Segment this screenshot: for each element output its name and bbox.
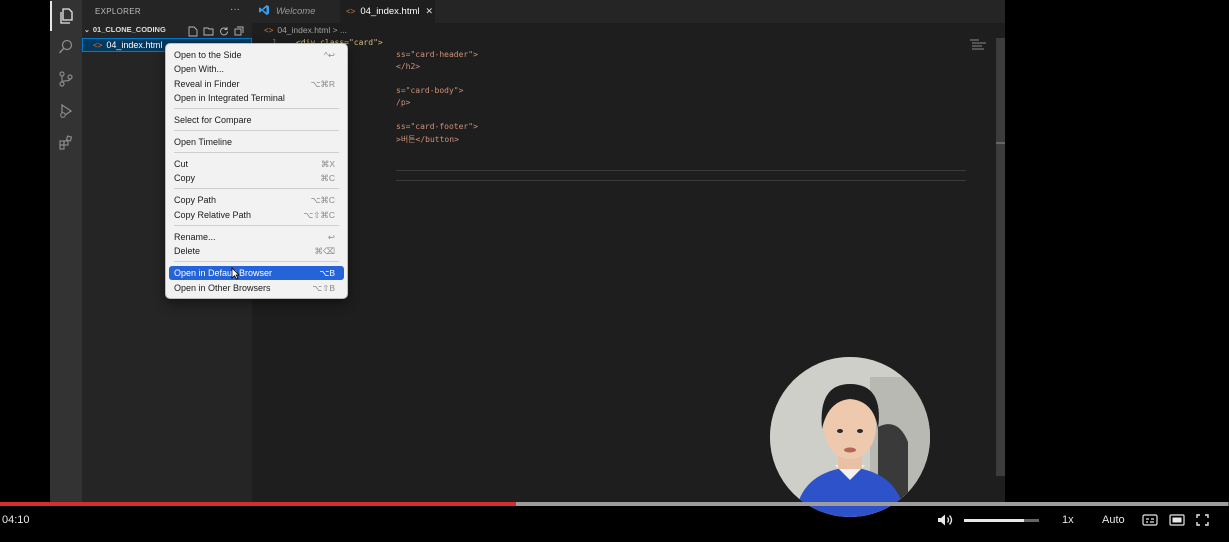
html-file-icon: <> xyxy=(93,40,103,50)
presenter-avatar xyxy=(770,357,930,517)
editor-divider xyxy=(396,170,966,171)
code-line: ss="card-header"> xyxy=(396,50,478,59)
menu-item-shortcut: ⌥⇧⌘C xyxy=(303,209,335,220)
menu-item-label: Delete xyxy=(174,246,201,256)
scrollbar-marker xyxy=(996,142,1005,144)
captions-icon[interactable] xyxy=(1142,510,1158,530)
menu-separator xyxy=(174,261,339,262)
menu-item-open-to-side[interactable]: Open to the Side ^↩ xyxy=(169,48,344,62)
tab-label: Welcome xyxy=(276,6,316,17)
editor-divider xyxy=(396,180,966,181)
current-time: 04:10 xyxy=(2,514,30,526)
menu-item-shortcut: ⌥B xyxy=(319,267,335,278)
html-file-icon: <> xyxy=(346,7,356,16)
quality-button[interactable]: Auto xyxy=(1102,510,1125,530)
menu-item-cut[interactable]: Cut ⌘X xyxy=(169,157,344,171)
menu-item-copy[interactable]: Copy ⌘C xyxy=(169,171,344,185)
menu-item-rename[interactable]: Rename... ↩ xyxy=(169,230,344,244)
html-file-icon: <> xyxy=(264,25,274,35)
menu-item-copy-relative-path[interactable]: Copy Relative Path ⌥⇧⌘C xyxy=(169,208,344,222)
code-line: /p> xyxy=(396,98,411,107)
search-icon[interactable] xyxy=(50,32,82,62)
menu-item-open-in-terminal[interactable]: Open in Integrated Terminal xyxy=(169,91,344,105)
menu-separator xyxy=(174,130,339,131)
progress-fill xyxy=(0,502,517,506)
menu-item-shortcut: ⌘X xyxy=(320,158,335,169)
code-line: ss="card-footer"> xyxy=(396,122,478,131)
menu-item-shortcut: ⌘⌫ xyxy=(314,245,335,256)
folder-row[interactable]: ⌄ 01_CLONE_CODING xyxy=(84,25,166,34)
menu-item-label: Reveal in Finder xyxy=(174,79,240,89)
explorer-more-icon[interactable]: ··· xyxy=(230,4,240,15)
chevron-down-icon: ⌄ xyxy=(84,26,90,34)
menu-item-label: Copy xyxy=(174,173,196,183)
menu-item-shortcut: ⌥⌘C xyxy=(310,194,335,205)
menu-item-label: Cut xyxy=(174,159,189,169)
menu-item-delete[interactable]: Delete ⌘⌫ xyxy=(169,244,344,258)
minimap[interactable] xyxy=(969,38,987,57)
menu-item-select-for-compare[interactable]: Select for Compare xyxy=(169,113,344,127)
menu-item-label: Open in Default Browser xyxy=(174,268,273,278)
menu-item-shortcut: ^↩ xyxy=(323,49,335,60)
tab-bar: Welcome <> 04_index.html ✕ ··· xyxy=(252,0,1005,23)
menu-item-label: Open Timeline xyxy=(174,137,233,147)
fullscreen-icon[interactable] xyxy=(1196,510,1209,530)
extensions-icon[interactable] xyxy=(50,128,82,158)
menu-item-label: Open With... xyxy=(174,64,225,74)
menu-item-label: Copy Relative Path xyxy=(174,210,252,220)
close-icon[interactable]: ✕ xyxy=(426,6,434,17)
menu-item-open-in-default-browser[interactable]: Open in Default Browser ⌥B xyxy=(169,266,344,280)
menu-item-label: Open to the Side xyxy=(174,50,242,60)
tab-welcome[interactable]: Welcome xyxy=(252,0,340,23)
volume-slider[interactable] xyxy=(964,510,1039,530)
volume-icon[interactable] xyxy=(937,510,953,530)
code-line: s="card-body"> xyxy=(396,86,464,95)
menu-item-label: Select for Compare xyxy=(174,115,252,125)
menu-item-open-in-other-browsers[interactable]: Open in Other Browsers ⌥⇧B xyxy=(169,281,344,295)
code-line: >버튼</button> xyxy=(396,135,459,144)
context-menu: Open to the Side ^↩ Open With... Reveal i… xyxy=(165,43,348,299)
playback-speed-button[interactable]: 1x xyxy=(1062,510,1074,530)
menu-item-label: Rename... xyxy=(174,232,216,242)
tab-index-html[interactable]: <> 04_index.html ✕ xyxy=(340,0,435,23)
menu-separator xyxy=(174,108,339,109)
source-control-icon[interactable] xyxy=(50,64,82,94)
menu-item-copy-path[interactable]: Copy Path ⌥⌘C xyxy=(169,193,344,207)
menu-item-shortcut: ⌘C xyxy=(320,172,335,183)
breadcrumb[interactable]: <> 04_index.html > ... xyxy=(264,25,347,35)
menu-separator xyxy=(174,152,339,153)
explorer-title: EXPLORER xyxy=(95,7,141,16)
vscode-logo-icon xyxy=(258,4,270,19)
menu-separator xyxy=(174,225,339,226)
activity-bar xyxy=(50,0,82,504)
menu-item-reveal-in-finder[interactable]: Reveal in Finder ⌥⌘R xyxy=(169,77,344,91)
menu-item-open-timeline[interactable]: Open Timeline xyxy=(169,135,344,149)
menu-item-label: Open in Other Browsers xyxy=(174,283,271,293)
folder-name: 01_CLONE_CODING xyxy=(92,25,166,34)
video-progress-bar[interactable] xyxy=(0,502,1229,506)
menu-item-shortcut: ↩ xyxy=(327,231,335,242)
menu-item-shortcut: ⌥⇧B xyxy=(312,282,335,293)
explorer-icon[interactable] xyxy=(50,1,82,31)
menu-item-label: Copy Path xyxy=(174,195,217,205)
vertical-scrollbar[interactable] xyxy=(996,38,1005,476)
menu-separator xyxy=(174,188,339,189)
menu-item-open-with[interactable]: Open With... xyxy=(169,62,344,76)
menu-item-shortcut: ⌥⌘R xyxy=(310,78,335,89)
mouse-cursor-icon xyxy=(231,267,240,285)
tab-label: 04_index.html xyxy=(360,6,420,17)
volume-fill xyxy=(964,518,1024,522)
code-line: </h2> xyxy=(396,62,421,71)
webcam-overlay xyxy=(770,357,930,517)
run-debug-icon[interactable] xyxy=(50,96,82,126)
breadcrumb-text: 04_index.html > ... xyxy=(277,25,348,35)
file-name: 04_index.html xyxy=(106,40,163,50)
menu-item-label: Open in Integrated Terminal xyxy=(174,93,285,103)
buffer-fill xyxy=(516,502,1228,506)
theater-mode-icon[interactable] xyxy=(1169,510,1185,530)
